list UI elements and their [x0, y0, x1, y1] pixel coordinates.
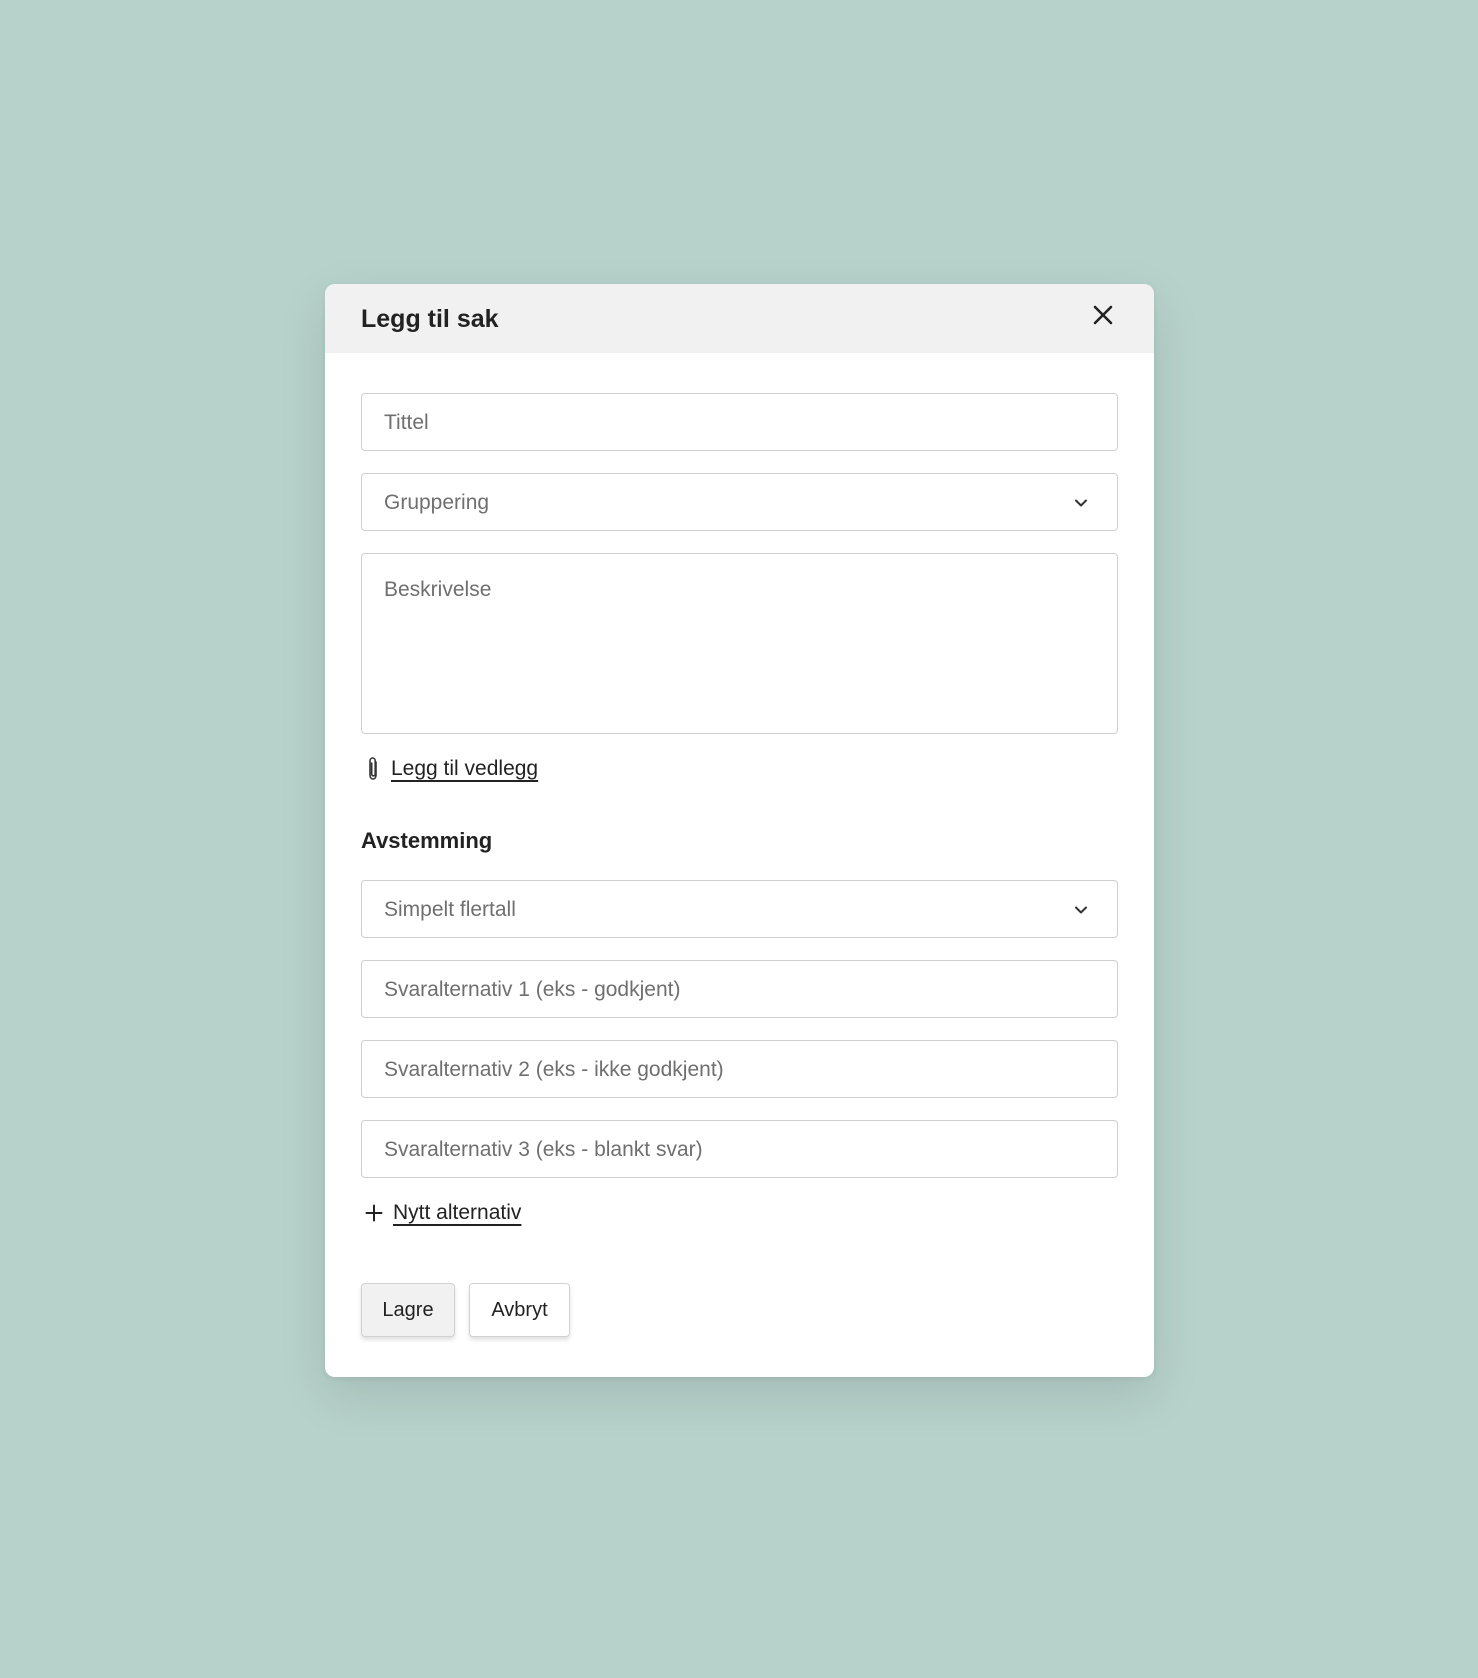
- voting-heading: Avstemming: [361, 828, 493, 853]
- plus-icon: [365, 1204, 383, 1222]
- answer-option-1-placeholder: Svaralternativ 1 (eks - godkjent): [384, 978, 681, 1001]
- save-button[interactable]: Lagre: [361, 1283, 455, 1337]
- title-input[interactable]: Tittel: [361, 393, 1118, 451]
- answer-option-3-input[interactable]: Svaralternativ 3 (eks - blankt svar): [361, 1120, 1118, 1178]
- chevron-down-icon: [1075, 499, 1087, 507]
- cancel-button[interactable]: Avbryt: [469, 1283, 570, 1337]
- description-textarea[interactable]: Beskrivelse: [361, 553, 1118, 734]
- add-attachment-label: Legg til vedlegg: [391, 757, 539, 780]
- add-option-link[interactable]: Nytt alternativ: [365, 1201, 521, 1225]
- grouping-placeholder: Gruppering: [384, 491, 490, 514]
- add-case-dialog: Legg til sak Tittel Gruppering Beskrivel…: [325, 284, 1154, 1377]
- answer-option-2-placeholder: Svaralternativ 2 (eks - ikke godkjent): [384, 1058, 724, 1081]
- close-button[interactable]: [1088, 300, 1118, 330]
- grouping-select[interactable]: Gruppering: [361, 473, 1118, 531]
- chevron-down-icon: [1075, 906, 1087, 914]
- answer-option-3-placeholder: Svaralternativ 3 (eks - blankt svar): [384, 1138, 703, 1161]
- add-attachment-link[interactable]: Legg til vedlegg: [365, 756, 538, 782]
- answer-option-1-input[interactable]: Svaralternativ 1 (eks - godkjent): [361, 960, 1118, 1018]
- answer-option-2-input[interactable]: Svaralternativ 2 (eks - ikke godkjent): [361, 1040, 1118, 1098]
- title-placeholder: Tittel: [384, 411, 429, 434]
- paperclip-icon: [369, 757, 377, 780]
- description-placeholder: Beskrivelse: [384, 578, 492, 601]
- dialog-header: Legg til sak: [325, 284, 1154, 353]
- voting-type-value: Simpelt flertall: [384, 898, 516, 921]
- add-option-label: Nytt alternativ: [393, 1201, 522, 1224]
- voting-type-select[interactable]: Simpelt flertall: [361, 880, 1118, 938]
- close-icon: [1093, 305, 1113, 325]
- dialog-title: Legg til sak: [361, 305, 499, 333]
